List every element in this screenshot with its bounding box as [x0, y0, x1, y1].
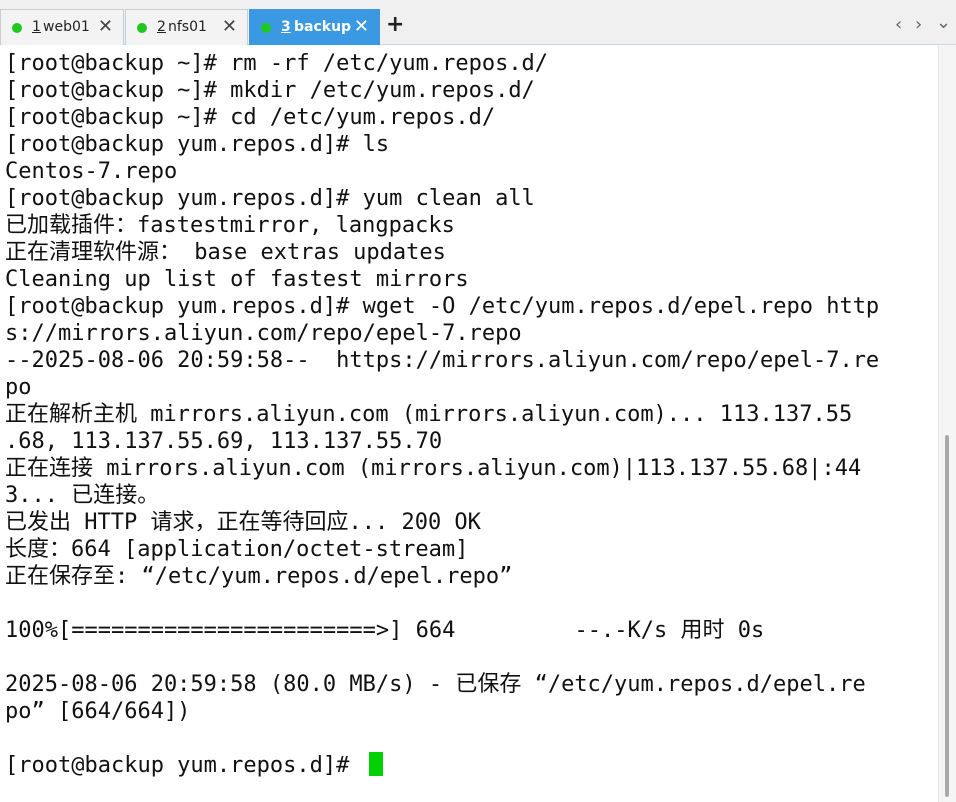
terminal-line: Centos-7.repo [5, 159, 178, 184]
terminal-line: 已加载插件：fastestmirror, langpacks [5, 213, 455, 238]
terminal-prompt: [root@backup yum.repos.d]# [5, 753, 363, 778]
connected-status-icon [12, 23, 22, 33]
terminal-line: po [5, 375, 32, 400]
terminal-line: [root@backup yum.repos.d]# yum clean all [5, 186, 535, 211]
terminal-line: 正在清理软件源： base extras updates [5, 240, 446, 265]
terminal-line: [root@backup ~]# cd /etc/yum.repos.d/ [5, 105, 496, 130]
terminal-line: --2025-08-06 20:59:58-- https://mirrors.… [5, 348, 880, 373]
terminal-prompt-line: [root@backup yum.repos.d]# [5, 752, 383, 779]
scroll-tabs-right-icon[interactable]: › [915, 14, 922, 35]
tab-list-dropdown-icon[interactable]: ⌄ [936, 12, 951, 33]
terminal-line: 100%[=======================>] 664 --.-K… [5, 618, 765, 643]
terminal-output[interactable]: [root@backup ~]# rm -rf /etc/yum.repos.d… [0, 45, 938, 802]
tab-label: nfs01 [168, 19, 207, 35]
terminal-line: [root@backup yum.repos.d]# wget -O /etc/… [5, 294, 880, 319]
connected-status-icon [261, 23, 271, 33]
terminal-line: s://mirrors.aliyun.com/repo/epel-7.repo [5, 321, 522, 346]
new-tab-button[interactable]: + [386, 12, 404, 37]
tab-number: 3 [281, 19, 291, 35]
terminal-line: 正在连接 mirrors.aliyun.com (mirrors.aliyun.… [5, 456, 862, 481]
terminal-line: .68, 113.137.55.69, 113.137.55.70 [5, 429, 443, 454]
terminal-line: [root@backup yum.repos.d]# ls [5, 132, 390, 157]
tab-label: web01 [43, 19, 90, 35]
tab-number: 2 [157, 19, 166, 35]
terminal-line: Cleaning up list of fastest mirrors [5, 267, 469, 292]
terminal-line: 已发出 HTTP 请求，正在等待回应... 200 OK [5, 510, 481, 535]
terminal-line: 长度：664 [application/octet-stream] [5, 537, 469, 562]
close-tab-icon[interactable]: ✕ [222, 16, 237, 37]
scrollbar-thumb[interactable] [945, 435, 949, 797]
close-tab-icon[interactable]: ✕ [354, 16, 369, 37]
terminal-line: po” [664/664]) [5, 699, 191, 724]
terminal-line: 2025-08-06 20:59:58 (80.0 MB/s) - 已保存 “/… [5, 672, 866, 697]
tab-number: 1 [32, 19, 41, 35]
terminal-line: 正在保存至: “/etc/yum.repos.d/epel.repo” [5, 564, 513, 589]
tab-web01[interactable]: 1 web01 ✕ [0, 9, 124, 45]
terminal-line: 正在解析主机 mirrors.aliyun.com (mirrors.aliyu… [5, 402, 853, 427]
terminal-line: [root@backup ~]# rm -rf /etc/yum.repos.d… [5, 51, 549, 76]
terminal-line: [root@backup ~]# mkdir /etc/yum.repos.d/ [5, 78, 535, 103]
vertical-scrollbar[interactable] [938, 45, 956, 802]
tab-label: backup [294, 19, 352, 35]
connected-status-icon [137, 23, 147, 33]
terminal-line: 3... 已连接。 [5, 483, 160, 508]
tab-nfs01[interactable]: 2 nfs01 ✕ [125, 9, 248, 45]
tab-backup[interactable]: 3 backup ✕ [249, 9, 380, 45]
text-cursor [368, 752, 383, 776]
tab-bar: 1 web01 ✕ 2 nfs01 ✕ 3 backup ✕ + ‹ › ⌄ [0, 0, 956, 45]
close-tab-icon[interactable]: ✕ [98, 16, 113, 37]
scroll-tabs-left-icon[interactable]: ‹ [895, 14, 902, 35]
